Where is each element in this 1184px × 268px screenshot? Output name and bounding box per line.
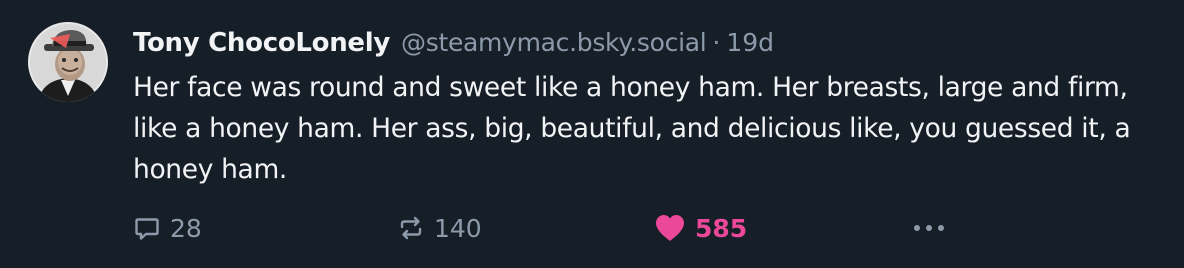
author-display-name[interactable]: Tony ChocoLonely — [133, 22, 390, 64]
post-actions: 28 140 585 — [133, 204, 1163, 252]
reply-icon — [133, 214, 161, 242]
avatar[interactable] — [28, 22, 108, 102]
reply-count: 28 — [170, 213, 202, 243]
author-handle[interactable]: @steamymac.bsky.social — [401, 22, 707, 64]
post-card[interactable]: Tony ChocoLonely @steamymac.bsky.social … — [0, 0, 1184, 268]
more-icon — [912, 223, 946, 233]
separator-dot: · — [712, 28, 721, 57]
like-button[interactable]: 585 — [654, 204, 747, 252]
repost-count: 140 — [434, 213, 482, 243]
post-header: Tony ChocoLonely @steamymac.bsky.social … — [133, 22, 1163, 64]
heart-icon — [654, 213, 686, 243]
avatar-image — [28, 22, 108, 102]
like-count: 585 — [695, 213, 748, 243]
repost-button[interactable]: 140 — [397, 204, 482, 252]
reply-button[interactable]: 28 — [133, 204, 202, 252]
post-timestamp[interactable]: 19d — [726, 22, 774, 64]
more-options-button[interactable] — [912, 204, 946, 252]
post-text: Her face was round and sweet like a hone… — [133, 72, 1131, 185]
repost-icon — [397, 214, 425, 242]
post-content: Tony ChocoLonely @steamymac.bsky.social … — [133, 22, 1163, 190]
